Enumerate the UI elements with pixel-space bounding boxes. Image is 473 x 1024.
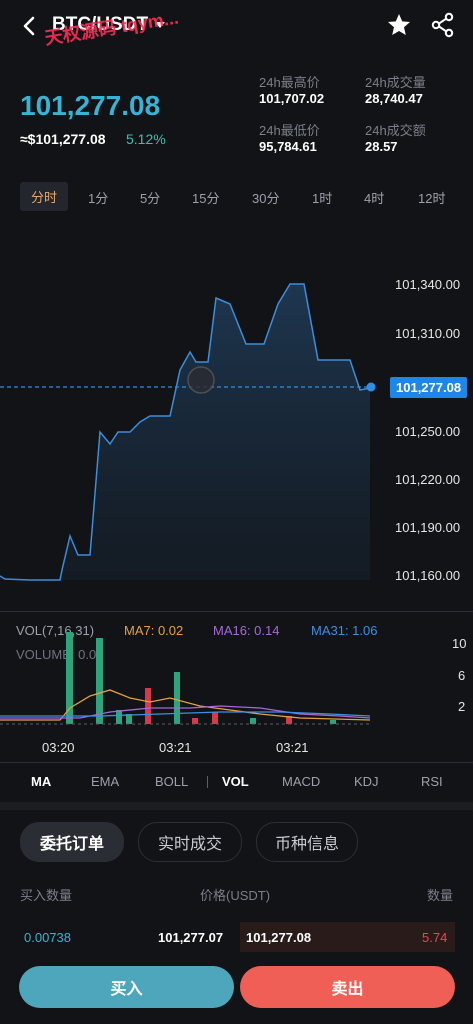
volume-label: 24h成交量 (365, 75, 426, 90)
volume-bar (330, 720, 336, 724)
col-buy-qty: 买入数量 (20, 888, 73, 903)
watermark: 天权源码 tqym... (43, 7, 180, 49)
volume-bar (145, 688, 151, 724)
time-interval-tabs: 分时 1分 5分 15分 30分 1时 4时 12时 (0, 182, 473, 211)
sell-price: 101,277.08 (246, 930, 312, 945)
price-change: 5.12% (126, 131, 166, 147)
volume-bar (250, 718, 256, 724)
tab-coin-info[interactable]: 币种信息 (256, 822, 358, 862)
volume-axis-label: 6 (458, 668, 466, 683)
favorite-star-icon[interactable] (386, 12, 412, 38)
buy-price: 101,277.07 (158, 930, 224, 945)
price-axis-label: 101,310.00 (395, 326, 461, 341)
volume-time-label: 03:20 (42, 740, 75, 755)
price-axis-label: 101,160.00 (395, 568, 461, 583)
tab-timeshare[interactable]: 分时 (20, 182, 69, 211)
volume-value: 28,740.47 (365, 91, 423, 106)
volume-axis-label: 2 (458, 699, 466, 714)
low-label: 24h最低价 (259, 123, 320, 138)
buy-button[interactable]: 买入 (19, 966, 234, 1008)
share-icon[interactable] (430, 12, 456, 38)
crosshair-marker (187, 366, 215, 394)
volume-bar (66, 632, 73, 724)
tab-macd[interactable]: MACD (282, 774, 320, 789)
usd-price: ≈$101,277.08 (20, 131, 106, 147)
chart-divider (0, 611, 473, 612)
current-price-dot (366, 382, 376, 392)
tab-30m[interactable]: 30分 (252, 188, 279, 207)
back-icon[interactable] (16, 12, 44, 40)
price-axis-label: 101,220.00 (395, 472, 461, 487)
col-price: 价格(USDT) (200, 888, 271, 903)
volume-time-label: 03:21 (276, 740, 309, 755)
volume-bar (192, 718, 198, 724)
tab-5m[interactable]: 5分 (140, 188, 160, 207)
price-axis-label: 101,250.00 (395, 424, 461, 439)
sell-qty: 5.74 (422, 930, 448, 945)
indicator-divider (0, 762, 473, 763)
current-price-tag: 101,277.08 (390, 377, 468, 398)
tab-4h[interactable]: 4时 (364, 188, 384, 207)
tab-boll[interactable]: BOLL (155, 774, 188, 789)
tab-1m[interactable]: 1分 (88, 188, 108, 207)
tab-vol[interactable]: VOL (222, 774, 249, 789)
volume-bar (174, 672, 180, 724)
high-label: 24h最高价 (259, 75, 320, 90)
volume-bar (116, 710, 122, 724)
ma31-line (0, 711, 371, 717)
amount-value: 28.57 (365, 139, 398, 154)
volume-chart (0, 632, 371, 725)
tab-ma[interactable]: MA (31, 774, 51, 789)
low-value: 95,784.61 (259, 139, 317, 154)
amount-label: 24h成交额 (365, 123, 426, 138)
volume-bar (96, 638, 103, 724)
tab-1h[interactable]: 1时 (312, 188, 332, 207)
volume-axis-label: 10 (452, 636, 467, 651)
tab-trades[interactable]: 实时成交 (138, 822, 242, 862)
price-axis-label: 101,340.00 (395, 277, 461, 292)
tab-rsi[interactable]: RSI (421, 774, 443, 789)
tab-separator (207, 776, 208, 788)
tab-kdj[interactable]: KDJ (354, 774, 379, 789)
tab-orders[interactable]: 委托订单 (20, 822, 124, 862)
buy-qty: 0.00738 (24, 930, 71, 945)
volume-time-label: 03:21 (159, 740, 192, 755)
high-value: 101,707.02 (259, 91, 325, 106)
last-price: 101,277.08 (20, 90, 161, 121)
tab-15m[interactable]: 15分 (192, 188, 219, 207)
col-qty: 数量 (427, 888, 454, 903)
section-spacer (0, 802, 473, 810)
tab-ema[interactable]: EMA (91, 774, 119, 789)
price-area (0, 284, 370, 580)
tab-12h[interactable]: 12时 (418, 188, 445, 207)
volume-bar (212, 712, 218, 724)
price-axis-label: 101,190.00 (395, 520, 461, 535)
sell-button[interactable]: 卖出 (240, 966, 455, 1008)
